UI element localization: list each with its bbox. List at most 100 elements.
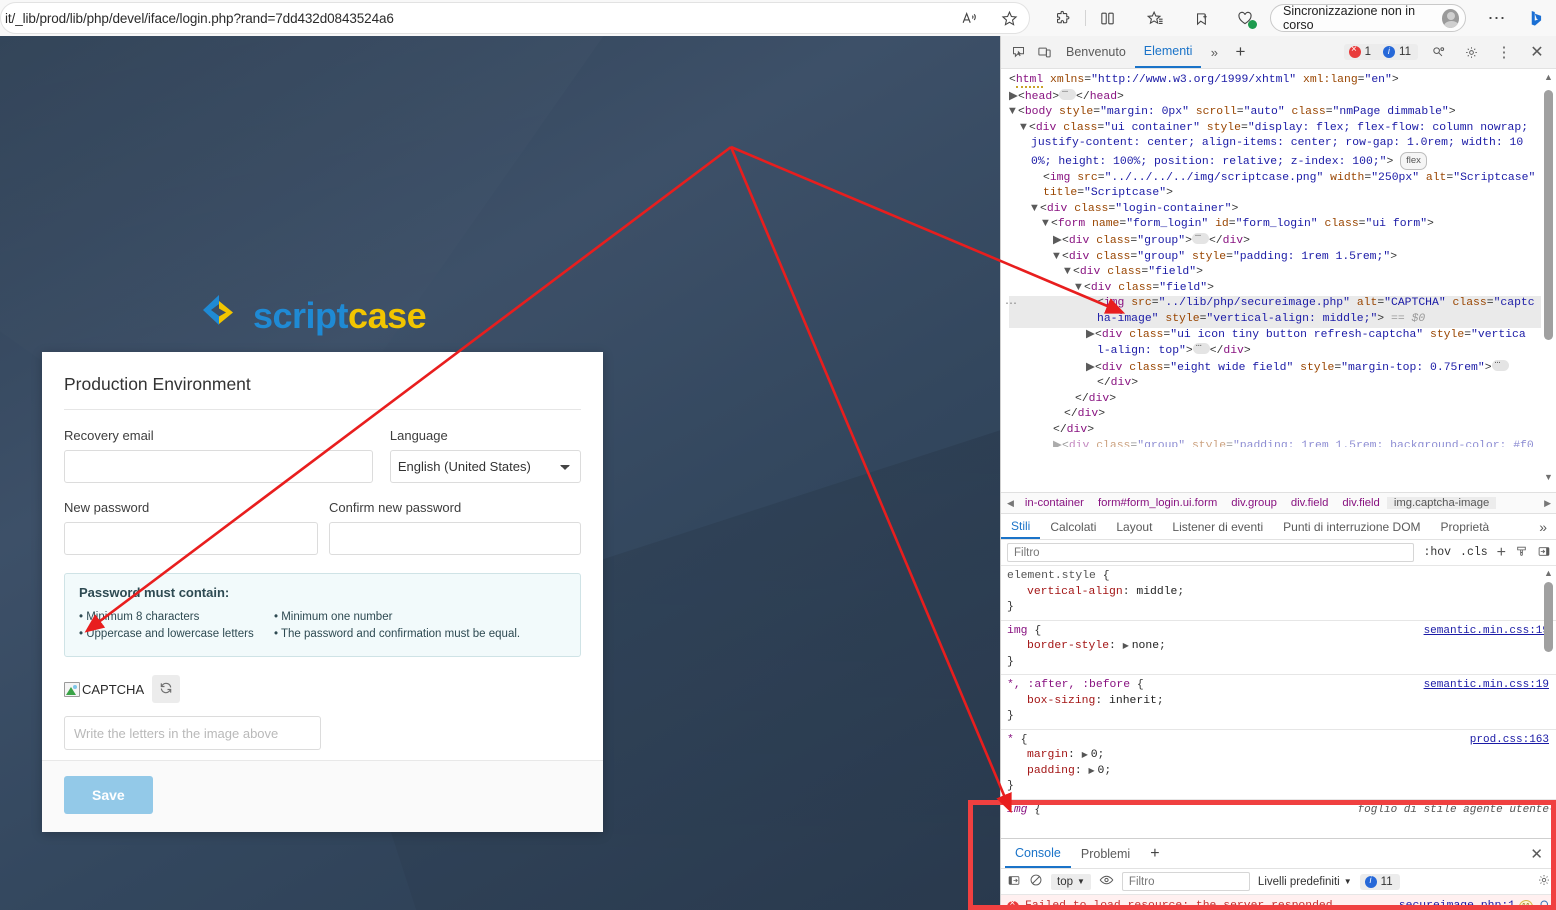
dom-line[interactable]: ▶<div class="group" style="padding: 1rem… xyxy=(1009,439,1541,447)
breadcrumb-item[interactable]: in-container xyxy=(1018,497,1091,509)
breadcrumb-item[interactable]: div.field xyxy=(1284,497,1335,509)
search-issue-icon[interactable] xyxy=(1539,899,1551,910)
console-message[interactable]: Failed to load resource: the server resp… xyxy=(1001,895,1556,910)
info-count-badge[interactable]: 11 xyxy=(1378,44,1418,60)
dom-tree[interactable]: <html xmlns="http://www.w3.org/1999/xhtm… xyxy=(1001,69,1556,489)
toggle-pane-icon[interactable] xyxy=(1537,545,1551,561)
dom-line[interactable]: </div> xyxy=(1009,407,1541,423)
recovery-email-input[interactable] xyxy=(64,450,373,483)
dom-line[interactable]: ▼ <div class="field"> xyxy=(1009,281,1541,297)
chevron-double-right-icon[interactable]: » xyxy=(1529,514,1556,539)
star-icon[interactable] xyxy=(995,5,1023,31)
tab-benvenuto[interactable]: Benvenuto xyxy=(1057,36,1135,68)
dom-line[interactable]: ▼ <div class="group" style="padding: 1rem… xyxy=(1009,250,1541,266)
captcha-image[interactable]: CAPTCHA xyxy=(64,681,144,697)
breadcrumb-item-active[interactable]: img.captcha-image xyxy=(1386,497,1497,509)
inspect-element-icon[interactable] xyxy=(1005,39,1031,65)
dom-line[interactable]: l-align: top"></div> xyxy=(1009,339,1541,360)
browser-essentials-icon[interactable] xyxy=(1231,5,1259,31)
dom-line[interactable]: justify-content: center; align-items: ce… xyxy=(1009,136,1541,152)
scroll-up-icon[interactable]: ▲ xyxy=(1544,72,1553,82)
dom-line[interactable]: <html xmlns="http://www.w3.org/1999/xhtm… xyxy=(1009,73,1541,89)
dom-line[interactable]: ▼ <div class="ui container" style="displa… xyxy=(1009,121,1541,137)
language-select[interactable]: English (United States) xyxy=(389,450,581,483)
dom-line[interactable]: </div> xyxy=(1009,376,1541,392)
hov-toggle[interactable]: :hov xyxy=(1423,546,1451,559)
puzzle-icon[interactable] xyxy=(1048,5,1076,31)
show-console-sidebar-icon[interactable] xyxy=(1007,874,1021,890)
scrollbar-thumb[interactable] xyxy=(1544,90,1553,340)
style-value[interactable]: none xyxy=(1132,640,1159,652)
style-value[interactable]: inherit xyxy=(1109,695,1157,707)
style-source-link[interactable]: semantic.min.css:19 xyxy=(1424,624,1549,640)
style-prop[interactable]: box-sizing xyxy=(1007,694,1095,710)
tab-problemi[interactable]: Problemi xyxy=(1071,839,1140,868)
add-to-favorites-icon[interactable] xyxy=(1188,5,1216,31)
plus-icon[interactable]: + xyxy=(1227,39,1253,65)
console-context-select[interactable]: top ▼ xyxy=(1051,873,1091,890)
tab-proprieta[interactable]: Proprietà xyxy=(1431,514,1500,539)
gear-icon[interactable] xyxy=(1537,873,1551,890)
dom-line[interactable]: ▶<head></head> xyxy=(1009,85,1541,106)
dom-line-selected[interactable]: ha-image" style="vertical-align: middle;… xyxy=(1009,311,1541,328)
console-message-source[interactable]: secureimage.php:1 xyxy=(1399,899,1515,910)
tab-listener-eventi[interactable]: Listener di eventi xyxy=(1162,514,1273,539)
gear-icon[interactable] xyxy=(1458,39,1484,65)
dom-line[interactable]: </div> xyxy=(1009,392,1541,408)
cursor-settings-icon[interactable] xyxy=(1425,39,1451,65)
style-rule[interactable]: img { foglio di stile agente utente ▼ xyxy=(1001,800,1556,823)
tab-layout[interactable]: Layout xyxy=(1106,514,1162,539)
dom-line[interactable]: ▶<div class="eight wide field" style="ma… xyxy=(1009,356,1541,377)
dom-line[interactable]: ▼ <div class="login-container"> xyxy=(1009,202,1541,218)
chevron-left-icon[interactable]: ◀ xyxy=(1003,498,1018,509)
style-prop[interactable]: margin xyxy=(1007,748,1068,764)
vertical-dots-icon[interactable]: ⋮ xyxy=(1491,39,1517,65)
dom-line[interactable]: <img src="../../../../img/scriptcase.png… xyxy=(1009,171,1541,187)
styles-list[interactable]: element.style { vertical-align: middle; … xyxy=(1001,566,1556,838)
dom-line[interactable]: ▼ <div class="field"> xyxy=(1009,265,1541,281)
breadcrumb-item[interactable]: form#form_login.ui.form xyxy=(1091,497,1224,509)
collections-icon[interactable] xyxy=(1141,5,1169,31)
captcha-input[interactable] xyxy=(64,716,321,750)
save-button[interactable]: Save xyxy=(64,776,153,814)
style-source-link[interactable]: semantic.min.css:19 xyxy=(1424,678,1549,694)
address-bar[interactable]: it/_lib/prod/lib/php/devel/iface/login.p… xyxy=(0,2,1030,34)
close-icon[interactable]: ✕ xyxy=(1524,39,1550,65)
close-icon[interactable]: ✕ xyxy=(1520,839,1553,868)
dom-tree-scrollbar[interactable]: ▲ ▼ xyxy=(1543,72,1554,482)
chevron-double-right-icon[interactable]: » xyxy=(1201,39,1227,65)
style-prop[interactable]: vertical-align xyxy=(1007,585,1123,601)
style-source-link[interactable]: prod.css:163 xyxy=(1470,733,1549,749)
tab-elementi[interactable]: Elementi xyxy=(1134,36,1202,68)
new-password-input[interactable] xyxy=(64,522,318,555)
tab-stili[interactable]: Stili xyxy=(1001,514,1041,539)
refresh-captcha-button[interactable] xyxy=(152,675,181,703)
plus-icon[interactable]: + xyxy=(1140,839,1169,868)
paintbrush-icon[interactable] xyxy=(1515,545,1528,561)
scroll-up-icon[interactable]: ▲ xyxy=(1544,568,1553,578)
dom-line[interactable]: 0%; height: 100%; position: relative; z-… xyxy=(1009,151,1541,171)
style-rule[interactable]: img { semantic.min.css:19 border-style: … xyxy=(1001,621,1556,675)
scroll-down-icon[interactable]: ▼ xyxy=(1544,472,1553,482)
scrollbar-thumb[interactable] xyxy=(1544,582,1553,652)
style-rule[interactable]: element.style { vertical-align: middle; … xyxy=(1001,566,1556,621)
dom-line[interactable]: ▼ <body style="margin: 0px" scroll="auto"… xyxy=(1009,105,1541,121)
device-toolbar-icon[interactable] xyxy=(1031,39,1057,65)
bing-copilot-icon[interactable] xyxy=(1522,5,1550,31)
style-value[interactable]: middle xyxy=(1136,586,1177,598)
dom-line[interactable]: ▶<div class="group"></div> xyxy=(1009,229,1541,250)
eye-icon[interactable] xyxy=(1099,874,1114,889)
clear-console-icon[interactable] xyxy=(1029,873,1043,890)
style-rule[interactable]: *, :after, :before { semantic.min.css:19… xyxy=(1001,675,1556,730)
console-levels-select[interactable]: Livelli predefiniti ▼ xyxy=(1258,876,1352,888)
breadcrumb-item[interactable]: div.field xyxy=(1335,497,1386,509)
tab-console[interactable]: Console xyxy=(1005,839,1071,868)
styles-filter-input[interactable] xyxy=(1007,543,1415,562)
profile-button[interactable]: Sincronizzazione non in corso xyxy=(1270,4,1466,32)
style-value[interactable]: 0 xyxy=(1091,749,1098,761)
plus-icon[interactable]: + xyxy=(1497,544,1506,562)
dom-line-selected[interactable]: ⋯ <img src="../lib/php/secureimage.php" a… xyxy=(1005,296,1541,312)
read-aloud-icon[interactable] xyxy=(955,5,983,31)
chevron-right-icon[interactable]: ▶ xyxy=(1540,498,1555,509)
tab-punti-interruzione-dom[interactable]: Punti di interruzione DOM xyxy=(1273,514,1430,539)
